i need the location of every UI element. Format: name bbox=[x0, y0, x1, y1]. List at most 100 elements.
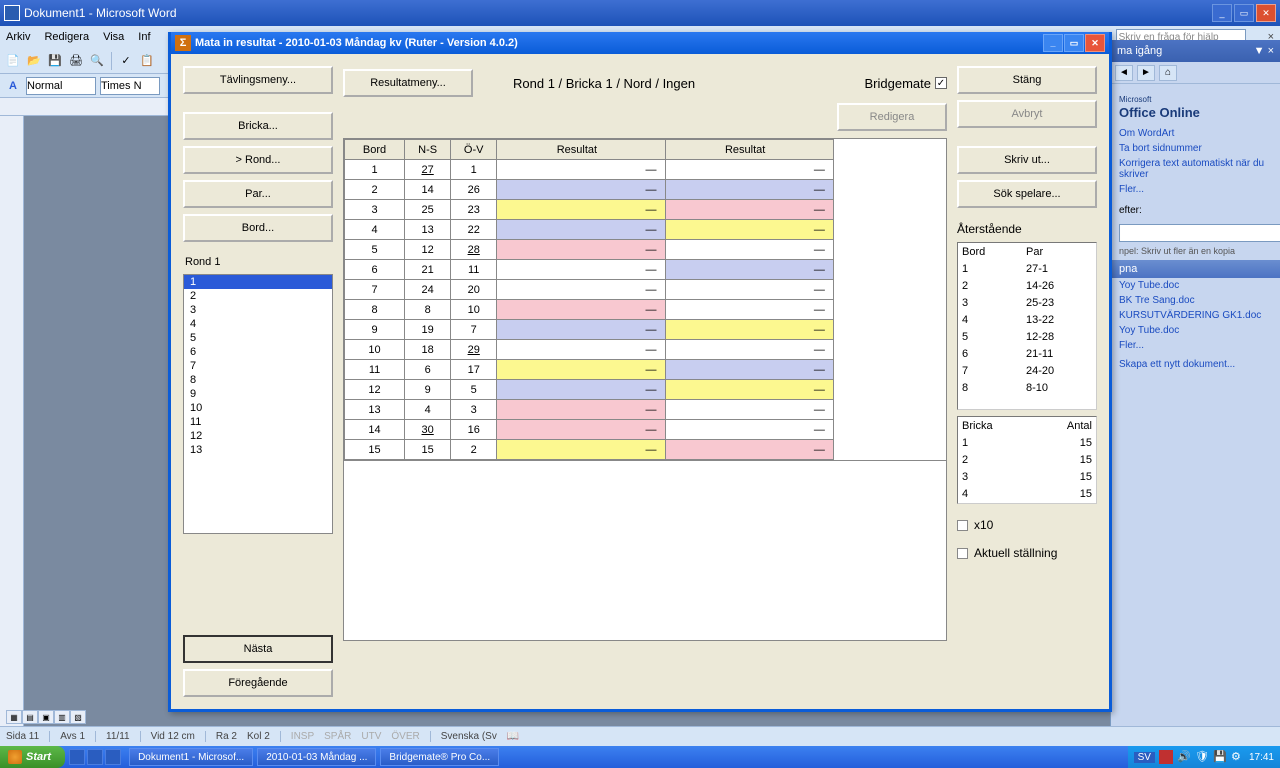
rond-item[interactable]: 1 bbox=[184, 275, 332, 289]
paste-icon[interactable]: 📋 bbox=[138, 52, 156, 70]
taskbar-word[interactable]: Dokument1 - Microsof... bbox=[129, 748, 253, 766]
table-row[interactable]: 41322—— bbox=[345, 220, 934, 240]
bricka-button[interactable]: Bricka... bbox=[183, 112, 333, 140]
rond-item[interactable]: 13 bbox=[184, 443, 332, 457]
print-icon[interactable]: 🖨 bbox=[67, 52, 85, 70]
list-item[interactable]: 724-20 bbox=[958, 362, 1096, 379]
rond-item[interactable]: 10 bbox=[184, 401, 332, 415]
table-row[interactable]: 101829—— bbox=[345, 340, 934, 360]
rond-item[interactable]: 9 bbox=[184, 387, 332, 401]
x10-checkbox[interactable]: x10 bbox=[957, 518, 1097, 532]
view-web-icon[interactable]: ▤ bbox=[22, 710, 38, 724]
rond-item[interactable]: 4 bbox=[184, 317, 332, 331]
list-item[interactable]: 315 bbox=[958, 468, 1096, 485]
menu-visa[interactable]: Visa bbox=[103, 31, 124, 43]
list-item[interactable]: 415 bbox=[958, 485, 1096, 502]
view-reading-icon[interactable]: ▧ bbox=[70, 710, 86, 724]
tavlingsmeny-button[interactable]: Tävlingsmeny... bbox=[183, 66, 333, 94]
ql-ie-icon[interactable] bbox=[69, 749, 85, 765]
rond-item[interactable]: 3 bbox=[184, 303, 332, 317]
font-select[interactable] bbox=[100, 77, 160, 95]
taskbar-bridgemate[interactable]: Bridgemate® Pro Co... bbox=[380, 748, 499, 766]
sokspelare-button[interactable]: Sök spelare... bbox=[957, 180, 1097, 208]
nasta-button[interactable]: Nästa bbox=[183, 635, 333, 663]
rond-item[interactable]: 6 bbox=[184, 345, 332, 359]
lang-indicator[interactable]: SV bbox=[1134, 752, 1155, 763]
menu-redigera[interactable]: Redigera bbox=[44, 31, 89, 43]
table-row[interactable]: 1295—— bbox=[345, 380, 934, 400]
ql-desktop-icon[interactable] bbox=[87, 749, 103, 765]
taskpane-dropdown-icon[interactable]: ▼ × bbox=[1254, 45, 1274, 57]
resultatmeny-button[interactable]: Resultatmeny... bbox=[343, 69, 473, 97]
view-print-icon[interactable]: ▣ bbox=[38, 710, 54, 724]
menu-arkiv[interactable]: Arkiv bbox=[6, 31, 30, 43]
maximize-icon[interactable]: ▭ bbox=[1234, 4, 1254, 22]
minimize-icon[interactable]: _ bbox=[1043, 34, 1063, 52]
avbryt-button[interactable]: Avbryt bbox=[957, 100, 1097, 128]
list-item[interactable]: 325-23 bbox=[958, 294, 1096, 311]
recent-doc-link[interactable]: Fler... bbox=[1119, 338, 1272, 353]
table-row[interactable]: 32523—— bbox=[345, 200, 934, 220]
view-outline-icon[interactable]: ▥ bbox=[54, 710, 70, 724]
preview-icon[interactable]: 🔍 bbox=[88, 52, 106, 70]
view-normal-icon[interactable]: ▦ bbox=[6, 710, 22, 724]
style-select[interactable] bbox=[26, 77, 96, 95]
rond-item[interactable]: 5 bbox=[184, 331, 332, 345]
result-table[interactable]: Bord N-S Ö-V Resultat Resultat 1271——214… bbox=[343, 138, 947, 461]
minimize-icon[interactable]: _ bbox=[1212, 4, 1232, 22]
table-row[interactable]: 1343—— bbox=[345, 400, 934, 420]
taskpane-search-input[interactable] bbox=[1119, 224, 1280, 242]
status-book-icon[interactable]: 📖 bbox=[507, 731, 519, 742]
taskpane-link[interactable]: Fler... bbox=[1119, 182, 1272, 197]
redigera-button[interactable]: Redigera bbox=[837, 103, 947, 131]
menu-infoga[interactable]: Inf bbox=[138, 31, 150, 43]
tray-icon[interactable]: 🔊 bbox=[1177, 750, 1191, 764]
rond-item[interactable]: 8 bbox=[184, 373, 332, 387]
recent-doc-link[interactable]: BK Tre Sang.doc bbox=[1119, 293, 1272, 308]
tray-icon[interactable]: ⚙ bbox=[1231, 750, 1245, 764]
start-button[interactable]: Start bbox=[0, 746, 65, 768]
ql-app-icon[interactable] bbox=[105, 749, 121, 765]
tray-ati-icon[interactable] bbox=[1159, 750, 1173, 764]
taskpane-link[interactable]: Korrigera text automatiskt när du skrive… bbox=[1119, 156, 1272, 182]
close-icon[interactable]: ✕ bbox=[1256, 4, 1276, 22]
rond-list[interactable]: 12345678910111213 bbox=[183, 274, 333, 534]
skrivut-button[interactable]: Skriv ut... bbox=[957, 146, 1097, 174]
stang-button[interactable]: Stäng bbox=[957, 66, 1097, 94]
list-item[interactable]: 621-11 bbox=[958, 345, 1096, 362]
table-row[interactable]: 51228—— bbox=[345, 240, 934, 260]
taskbar-ruter[interactable]: 2010-01-03 Måndag ... bbox=[257, 748, 376, 766]
list-item[interactable]: 215 bbox=[958, 451, 1096, 468]
recent-doc-link[interactable]: Yoy Tube.doc bbox=[1119, 278, 1272, 293]
recent-doc-link[interactable]: KURSUTVÄRDERING GK1.doc bbox=[1119, 308, 1272, 323]
clock[interactable]: 17:41 bbox=[1249, 752, 1274, 763]
rond-item[interactable]: 7 bbox=[184, 359, 332, 373]
rond-button[interactable]: > Rond... bbox=[183, 146, 333, 174]
close-icon[interactable]: ✕ bbox=[1085, 34, 1105, 52]
par-button[interactable]: Par... bbox=[183, 180, 333, 208]
table-row[interactable]: 143016—— bbox=[345, 420, 934, 440]
back-icon[interactable]: ◄ bbox=[1115, 65, 1133, 81]
tray-icon[interactable]: 🛡 bbox=[1195, 750, 1209, 764]
table-row[interactable]: 8810—— bbox=[345, 300, 934, 320]
bord-button[interactable]: Bord... bbox=[183, 214, 333, 242]
spell-icon[interactable]: ✓ bbox=[117, 52, 135, 70]
list-item[interactable]: 214-26 bbox=[958, 277, 1096, 294]
list-item[interactable]: 127-1 bbox=[958, 260, 1096, 277]
bridgemate-checkbox[interactable]: Bridgemate ✓ bbox=[865, 76, 947, 91]
new-document-link[interactable]: Skapa ett nytt dokument... bbox=[1119, 357, 1272, 372]
table-row[interactable]: 72420—— bbox=[345, 280, 934, 300]
forward-icon[interactable]: ► bbox=[1137, 65, 1155, 81]
format-icon[interactable]: A bbox=[4, 77, 22, 95]
rond-item[interactable]: 12 bbox=[184, 429, 332, 443]
tray-icon[interactable]: 💾 bbox=[1213, 750, 1227, 764]
table-row[interactable]: 62111—— bbox=[345, 260, 934, 280]
table-row[interactable]: 9197—— bbox=[345, 320, 934, 340]
save-icon[interactable]: 💾 bbox=[46, 52, 64, 70]
home-icon[interactable]: ⌂ bbox=[1159, 65, 1177, 81]
taskpane-link[interactable]: Om WordArt bbox=[1119, 126, 1272, 141]
foregaende-button[interactable]: Föregående bbox=[183, 669, 333, 697]
list-item[interactable]: 512-28 bbox=[958, 328, 1096, 345]
table-row[interactable]: 15152—— bbox=[345, 440, 934, 460]
new-icon[interactable]: 📄 bbox=[4, 52, 22, 70]
